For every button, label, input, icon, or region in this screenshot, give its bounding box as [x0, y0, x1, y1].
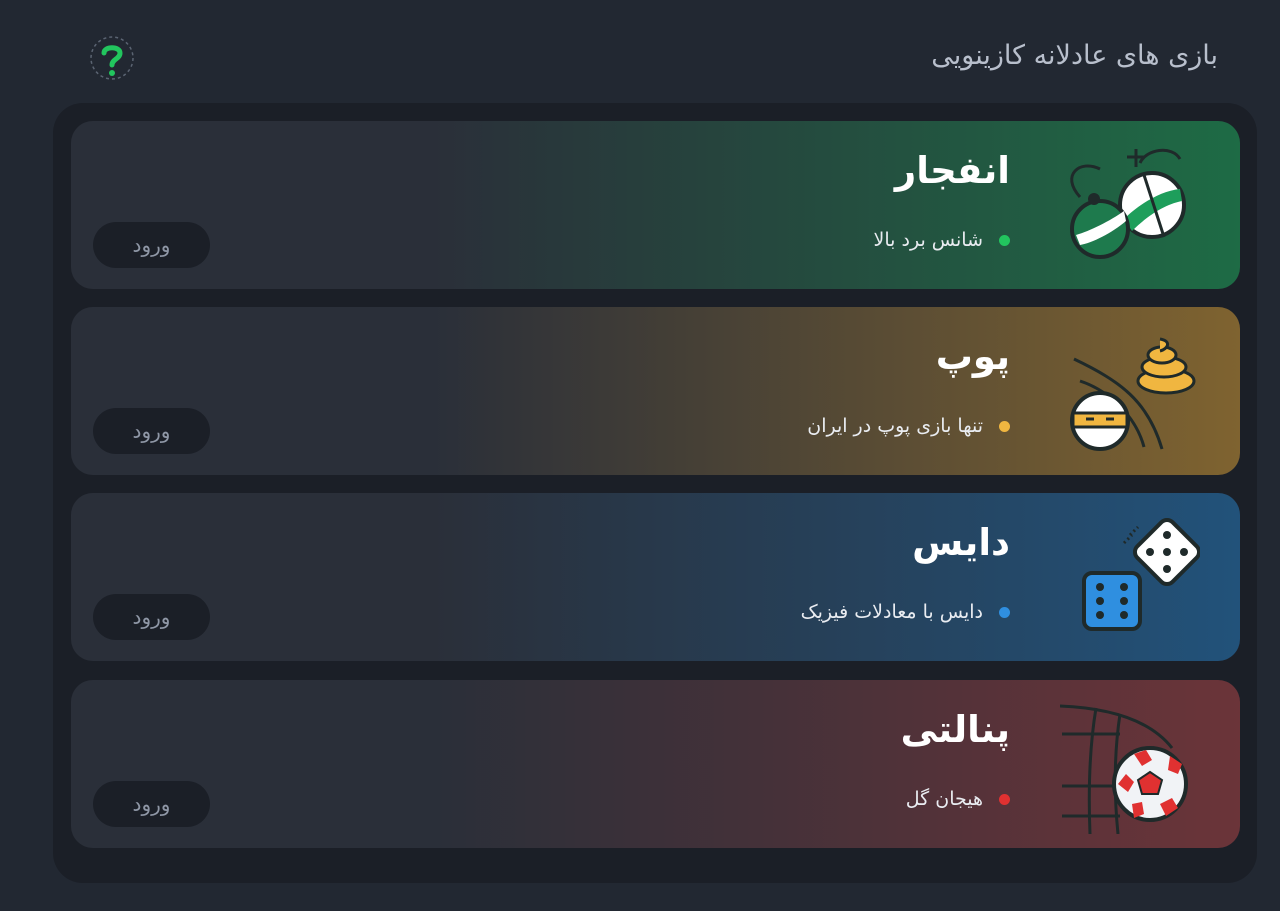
- game-name: دایس: [912, 521, 1010, 564]
- help-button[interactable]: [88, 34, 136, 82]
- page: بازی های عادلانه کازینویی انفجار شانس بر…: [0, 0, 1280, 911]
- game-card-poop[interactable]: پوپ تنها بازی پوپ در ایران ورود: [71, 307, 1240, 475]
- poop-ninja-icon: [1070, 337, 1196, 451]
- dice-icon: [1082, 517, 1200, 631]
- game-subtitle: هیجان گل: [905, 788, 983, 810]
- game-subtitle-row: شانس برد بالا: [874, 225, 1010, 255]
- game-card-explosion[interactable]: انفجار شانس برد بالا ورود: [71, 121, 1240, 289]
- enter-button[interactable]: ورود: [93, 222, 210, 268]
- status-dot: [999, 420, 1010, 432]
- bomb-icon: [1070, 148, 1186, 259]
- header: بازی های عادلانه کازینویی: [0, 0, 1280, 104]
- game-subtitle: شانس برد بالا: [873, 229, 983, 251]
- game-subtitle: تنها بازی پوپ در ایران: [807, 415, 983, 437]
- game-subtitle-row: هیجان گل: [906, 784, 1010, 814]
- enter-button[interactable]: ورود: [93, 408, 210, 454]
- game-subtitle-row: تنها بازی پوپ در ایران: [807, 411, 1010, 441]
- soccer-ball-goal-icon: [1060, 704, 1188, 834]
- game-name: انفجار: [894, 149, 1010, 192]
- enter-button[interactable]: ورود: [93, 594, 210, 640]
- status-dot: [999, 606, 1010, 618]
- game-card-dice[interactable]: دایس دایس با معادلات فیزیک ورود: [71, 493, 1240, 661]
- question-mark-icon: [90, 36, 134, 80]
- status-dot: [999, 234, 1010, 246]
- game-name: پنالتی: [900, 708, 1010, 751]
- page-title: بازی های عادلانه کازینویی: [931, 40, 1218, 71]
- game-card-penalty[interactable]: پنالتی هیجان گل ورود: [71, 680, 1240, 848]
- game-subtitle: دایس با معادلات فیزیک: [800, 601, 983, 623]
- game-name: پوپ: [935, 335, 1010, 378]
- enter-button[interactable]: ورود: [93, 781, 210, 827]
- status-dot: [999, 793, 1010, 805]
- game-subtitle-row: دایس با معادلات فیزیک: [801, 597, 1010, 627]
